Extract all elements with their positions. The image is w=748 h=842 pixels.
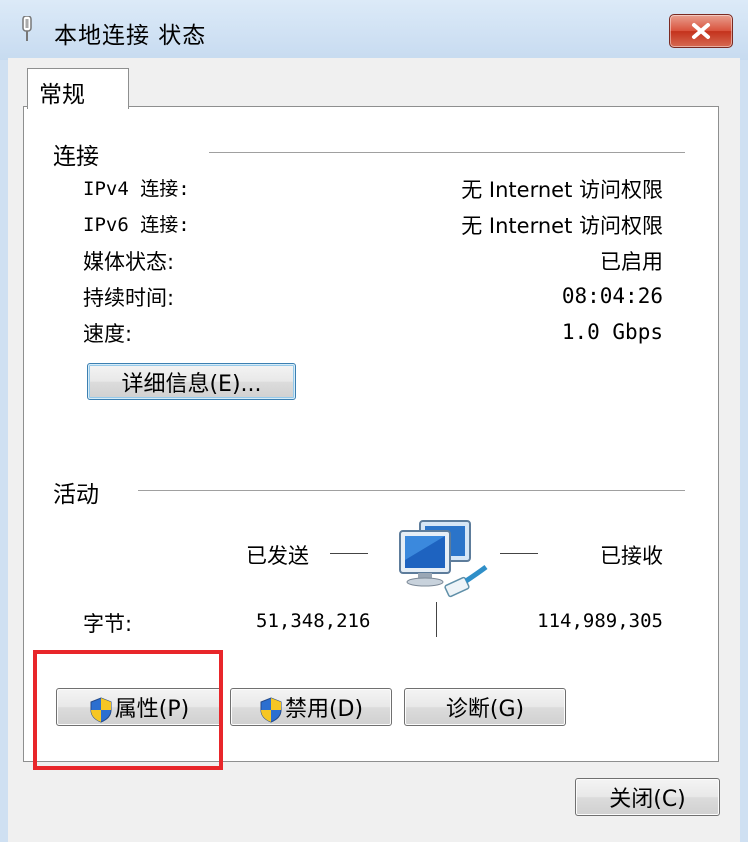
bytes-label: 字节: [83, 612, 133, 636]
ipv4-value: 无 Internet 访问权限 [461, 178, 663, 202]
connector-line [436, 602, 437, 637]
ipv6-value: 无 Internet 访问权限 [461, 214, 663, 238]
window-title: 本地连接 状态 [54, 23, 207, 49]
disable-button-label: 禁用(D) [284, 697, 364, 722]
activity-divider [138, 490, 685, 491]
connection-divider [209, 152, 685, 153]
activity-group-title: 活动 [53, 482, 99, 508]
diagnose-button-label: 诊断(G) [445, 697, 525, 722]
sent-label: 已发送 [246, 544, 309, 568]
close-button-label: 关闭(C) [609, 787, 686, 812]
details-button-label: 详细信息(E)... [121, 371, 262, 397]
tab-general-label: 常规 [39, 82, 85, 108]
bytes-sent-value: 51,348,216 [256, 610, 371, 632]
received-dash [500, 553, 538, 554]
connection-group-title: 连接 [53, 144, 99, 170]
ipv6-label: IPv6 连接: [83, 214, 190, 236]
details-button[interactable]: 详细信息(E)... [87, 363, 296, 400]
bytes-received-value: 114,989,305 [537, 610, 663, 632]
diagnose-button[interactable]: 诊断(G) [404, 688, 566, 726]
sent-dash [330, 553, 368, 554]
highlight-annotation-box [33, 650, 223, 770]
duration-label: 持续时间: [83, 286, 175, 310]
speed-label: 速度: [83, 322, 133, 346]
duration-value: 08:04:26 [561, 284, 663, 308]
media-state-label: 媒体状态: [83, 250, 175, 274]
received-label: 已接收 [600, 544, 663, 568]
network-adapter-icon [22, 16, 32, 41]
close-button[interactable]: 关闭(C) [575, 778, 720, 816]
media-state-value: 已启用 [600, 250, 663, 274]
title-bar: 本地连接 状态 [0, 0, 748, 60]
network-computers-icon [399, 520, 488, 598]
disable-button[interactable]: 禁用(D) [230, 688, 392, 726]
close-window-button[interactable] [669, 14, 733, 48]
uac-shield-icon [260, 697, 282, 723]
speed-value: 1.0 Gbps [561, 320, 663, 344]
close-x-icon [692, 23, 710, 39]
ipv4-label: IPv4 连接: [83, 178, 190, 200]
tab-general[interactable]: 常规 [27, 68, 129, 109]
